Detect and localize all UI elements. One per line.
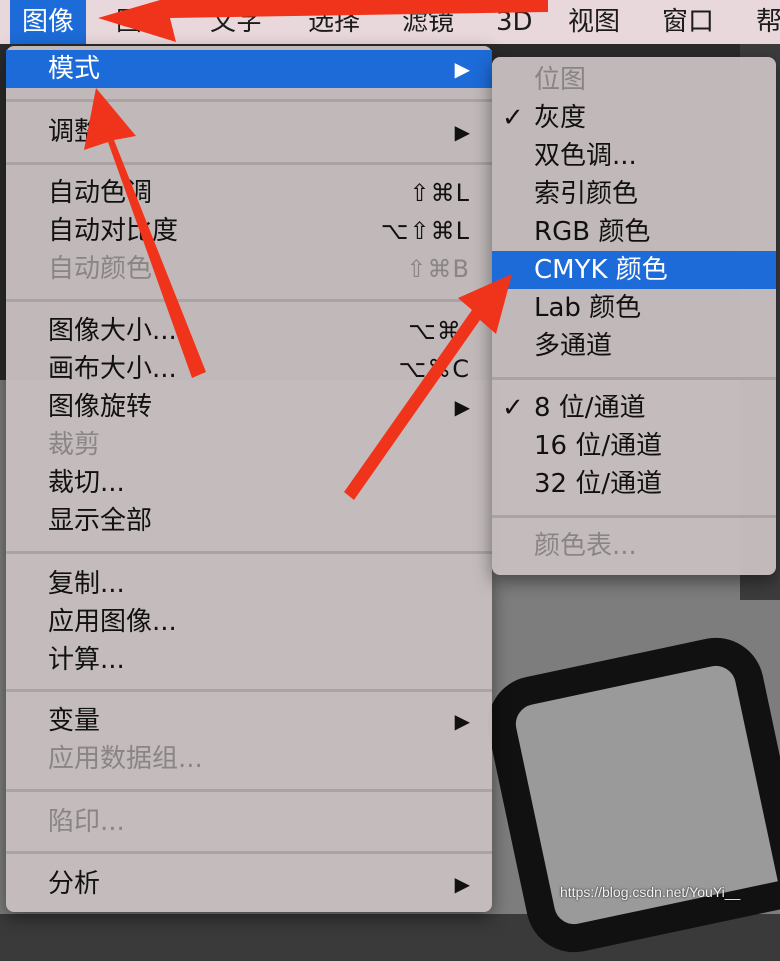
submenu-arrow-icon: ▶ [454, 57, 470, 81]
menu-item-label: 调整 [48, 117, 101, 147]
submenu-item-grayscale[interactable]: ✓ 灰度 [492, 99, 776, 137]
checkmark-icon: ✓ [502, 393, 524, 423]
submenu-item-label: 8 位/通道 [534, 393, 646, 423]
menu-item-trim[interactable]: 裁切... [6, 464, 492, 502]
menu-item-label: 应用数据组... [48, 744, 203, 774]
menu-separator [6, 789, 492, 792]
menubar-item-select[interactable]: 选择 [296, 0, 372, 44]
watermark-text: https://blog.csdn.net/YouYi__ [560, 884, 741, 900]
submenu-item-32-bit[interactable]: 32 位/通道 [492, 465, 776, 503]
submenu-item-color-table[interactable]: 颜色表... [492, 527, 776, 565]
submenu-item-label: 颜色表... [534, 531, 637, 561]
mode-submenu: 位图 ✓ 灰度 双色调... 索引颜色 RGB 颜色 CMYK 颜色 Lab 颜… [492, 57, 776, 575]
menu-item-label: 裁剪 [48, 430, 101, 460]
menu-item-label: 图像旋转 [48, 392, 153, 422]
menu-item-auto-color[interactable]: 自动颜色 ⇧⌘B [6, 250, 492, 288]
menu-item-label: 图像大小... [48, 316, 177, 346]
submenu-item-8-bit[interactable]: ✓ 8 位/通道 [492, 389, 776, 427]
menu-item-label: 陷印... [48, 807, 125, 837]
menu-item-canvas-size[interactable]: 画布大小... ⌥⌘C [6, 350, 492, 388]
menubar-item-filter[interactable]: 滤镜 [390, 0, 466, 44]
submenu-separator [492, 515, 776, 518]
submenu-arrow-icon: ▶ [454, 709, 470, 733]
submenu-item-bitmap[interactable]: 位图 [492, 61, 776, 99]
submenu-item-label: RGB 颜色 [534, 217, 651, 247]
menubar-item-3d[interactable]: 3D [484, 0, 545, 44]
submenu-item-lab-color[interactable]: Lab 颜色 [492, 289, 776, 327]
menubar-item-help[interactable]: 帮 [744, 0, 780, 44]
menubar-item-view[interactable]: 视图 [556, 0, 632, 44]
menu-item-label: 应用图像... [48, 607, 177, 637]
submenu-item-label: CMYK 颜色 [534, 255, 668, 285]
menu-item-image-size[interactable]: 图像大小... ⌥⌘I [6, 312, 492, 350]
menu-item-label: 变量 [48, 706, 101, 736]
submenu-arrow-icon: ▶ [454, 872, 470, 896]
shortcut-label: ⌥⇧⌘L [380, 217, 470, 245]
menu-item-duplicate[interactable]: 复制... [6, 565, 492, 603]
menu-item-auto-contrast[interactable]: 自动对比度 ⌥⇧⌘L [6, 212, 492, 250]
submenu-item-multichannel[interactable]: 多通道 [492, 327, 776, 365]
submenu-item-label: 索引颜色 [534, 179, 639, 209]
menubar-item-image[interactable]: 图像 [10, 0, 87, 44]
shortcut-label: ⌥⌘I [408, 317, 470, 345]
menu-item-calculations[interactable]: 计算... [6, 641, 492, 679]
shortcut-label: ⇧⌘L [409, 179, 470, 207]
menu-item-label: 画布大小... [48, 354, 177, 384]
submenu-item-indexed-color[interactable]: 索引颜色 [492, 175, 776, 213]
submenu-item-16-bit[interactable]: 16 位/通道 [492, 427, 776, 465]
image-menu: 模式 ▶ 调整 ▶ 自动色调 ⇧⌘L 自动对比度 ⌥⇧⌘L 自动颜色 ⇧⌘B 图… [6, 46, 492, 912]
menu-item-image-rotation[interactable]: 图像旋转 ▶ [6, 388, 492, 426]
menu-item-adjustments[interactable]: 调整 ▶ [6, 113, 492, 151]
menubar-item-layer[interactable]: 图层 [104, 0, 180, 44]
menu-separator [6, 299, 492, 302]
menu-separator [6, 551, 492, 554]
submenu-item-label: 双色调... [534, 141, 637, 171]
menubar-item-window[interactable]: 窗口 [650, 0, 726, 44]
shortcut-label: ⇧⌘B [406, 255, 470, 283]
menu-separator [6, 162, 492, 165]
menu-item-analysis[interactable]: 分析 ▶ [6, 865, 492, 903]
menu-item-label: 复制... [48, 569, 125, 599]
submenu-separator [492, 377, 776, 380]
menu-item-label: 分析 [48, 869, 101, 899]
menu-item-reveal-all[interactable]: 显示全部 [6, 502, 492, 540]
menu-item-label: 计算... [48, 645, 125, 675]
submenu-arrow-icon: ▶ [454, 120, 470, 144]
submenu-item-label: 32 位/通道 [534, 469, 663, 499]
menu-item-apply-data-set[interactable]: 应用数据组... [6, 740, 492, 778]
menu-item-label: 自动色调 [48, 178, 153, 208]
menu-item-label: 自动颜色 [48, 254, 153, 284]
menu-item-mode[interactable]: 模式 ▶ [6, 50, 492, 88]
menu-item-label: 显示全部 [48, 506, 153, 536]
submenu-arrow-icon: ▶ [454, 395, 470, 419]
submenu-item-rgb-color[interactable]: RGB 颜色 [492, 213, 776, 251]
submenu-item-duotone[interactable]: 双色调... [492, 137, 776, 175]
submenu-item-label: 多通道 [534, 331, 613, 361]
menu-item-crop[interactable]: 裁剪 [6, 426, 492, 464]
submenu-item-label: Lab 颜色 [534, 293, 642, 323]
menu-separator [6, 689, 492, 692]
submenu-item-label: 16 位/通道 [534, 431, 663, 461]
checkmark-icon: ✓ [502, 103, 524, 133]
menu-item-variables[interactable]: 变量 ▶ [6, 702, 492, 740]
menubar-item-type[interactable]: 文字 [198, 0, 274, 44]
menu-item-apply-image[interactable]: 应用图像... [6, 603, 492, 641]
menu-separator [6, 851, 492, 854]
menu-bar: 图像 图层 文字 选择 滤镜 3D 视图 窗口 帮 [0, 0, 780, 44]
submenu-item-label: 灰度 [534, 103, 587, 133]
submenu-item-cmyk-color[interactable]: CMYK 颜色 [492, 251, 776, 289]
shortcut-label: ⌥⌘C [398, 355, 470, 383]
submenu-item-label: 位图 [534, 65, 587, 95]
menu-item-label: 裁切... [48, 468, 125, 498]
menu-separator [6, 99, 492, 102]
menu-item-trap[interactable]: 陷印... [6, 803, 492, 841]
menu-item-label: 模式 [48, 54, 101, 84]
menu-item-auto-tone[interactable]: 自动色调 ⇧⌘L [6, 174, 492, 212]
menu-item-label: 自动对比度 [48, 216, 179, 246]
